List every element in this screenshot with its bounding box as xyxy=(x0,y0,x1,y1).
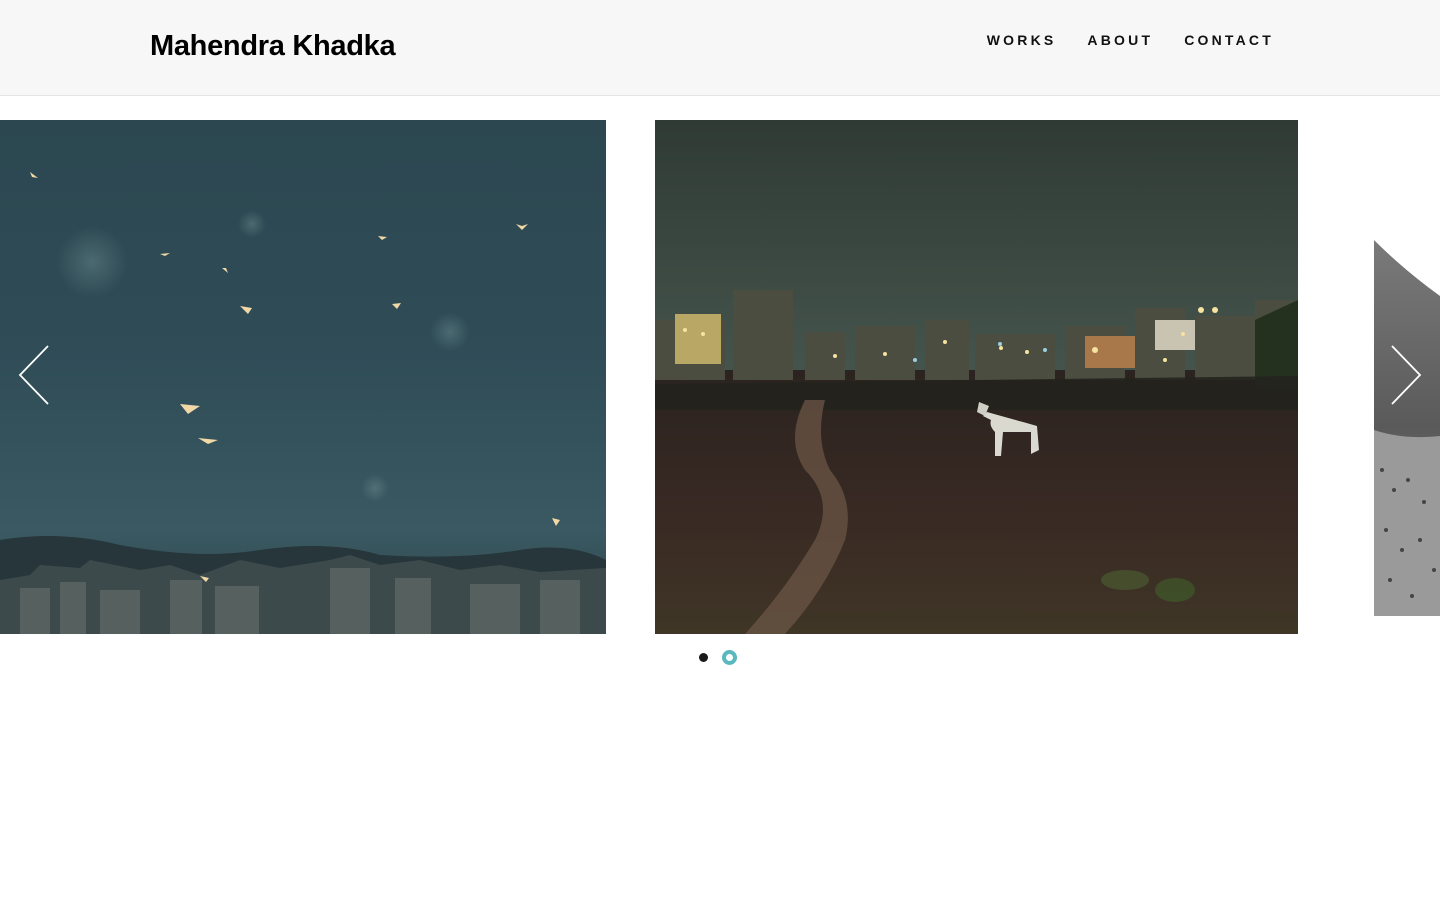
nav-about[interactable]: ABOUT xyxy=(1087,32,1153,48)
pagination-dot-2-active[interactable] xyxy=(722,650,737,665)
nav-contact[interactable]: CONTACT xyxy=(1184,32,1274,48)
slide-birds-photo[interactable] xyxy=(0,120,606,634)
nav-works[interactable]: WORKS xyxy=(987,32,1057,48)
site-title[interactable]: Mahendra Khadka xyxy=(150,30,396,63)
main-nav: WORKS ABOUT CONTACT xyxy=(987,32,1274,48)
next-slide-button[interactable] xyxy=(1386,342,1426,408)
site-header: Mahendra Khadka WORKS ABOUT CONTACT xyxy=(0,0,1440,96)
photo-image xyxy=(0,120,606,634)
slide-bw-photo-partial[interactable] xyxy=(1374,240,1440,616)
prev-slide-button[interactable] xyxy=(14,342,54,408)
photo-image xyxy=(1374,240,1440,616)
chevron-right-icon xyxy=(1391,345,1422,405)
photo-image xyxy=(655,120,1298,634)
slide-horse-photo[interactable] xyxy=(655,120,1298,634)
chevron-left-icon xyxy=(18,345,49,405)
pagination-dot-1[interactable] xyxy=(699,653,708,662)
slider-pagination xyxy=(699,650,737,665)
